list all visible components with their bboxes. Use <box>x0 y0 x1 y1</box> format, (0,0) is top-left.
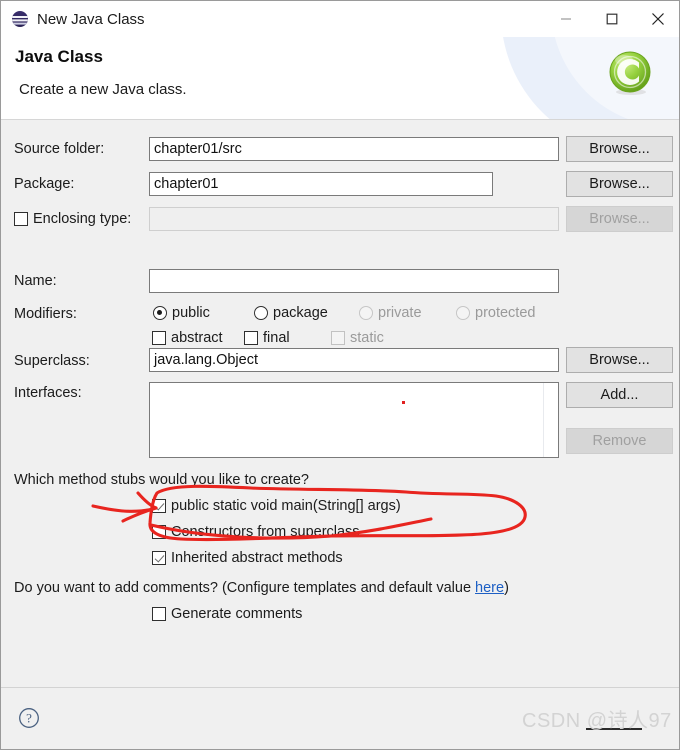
checkbox-constructors-superclass[interactable]: Constructors from superclass <box>152 524 360 540</box>
modifier-radio-public[interactable]: public <box>153 305 210 321</box>
radio-private-label: private <box>378 305 422 321</box>
svg-text:?: ? <box>26 711 32 726</box>
modifier-radio-package[interactable]: package <box>254 305 328 321</box>
modifier-radio-protected: protected <box>456 305 535 321</box>
interfaces-add-button[interactable]: Add... <box>566 382 673 408</box>
source-folder-label: Source folder: <box>14 141 105 157</box>
annotation-dot <box>402 401 405 404</box>
package-browse-button[interactable]: Browse... <box>566 171 673 197</box>
modifier-checkbox-static: static <box>331 330 384 346</box>
checkbox-main-method-icon <box>152 499 166 513</box>
enclosing-type-label: Enclosing type: <box>33 211 132 227</box>
configure-templates-link[interactable]: here <box>475 580 504 596</box>
checkbox-abstract-icon <box>152 331 166 345</box>
maximize-icon[interactable] <box>589 1 635 37</box>
modifier-checkbox-abstract[interactable]: abstract <box>152 330 223 346</box>
enclosing-type-input <box>149 207 559 231</box>
window-title: New Java Class <box>37 10 145 28</box>
checkbox-main-method-label: public static void main(String[] args) <box>171 498 401 514</box>
radio-private-icon <box>359 306 373 320</box>
page-title: Java Class <box>15 47 103 66</box>
checkbox-generate-comments-icon <box>152 607 166 621</box>
name-input[interactable] <box>149 269 559 293</box>
page-subtitle: Create a new Java class. <box>19 81 187 98</box>
superclass-label: Superclass: <box>14 353 90 369</box>
enclosing-type-browse-button: Browse... <box>566 206 673 232</box>
window-controls <box>543 1 679 37</box>
comments-question-tail: ) <box>504 580 509 596</box>
checkbox-abstract-label: abstract <box>171 330 223 346</box>
dialog-header: Java Class Create a new Java class. <box>1 37 679 120</box>
comments-question-text: Do you want to add comments? (Configure … <box>14 580 476 596</box>
radio-package-label: package <box>273 305 328 321</box>
new-java-class-dialog: New Java Class Java Class Create a new J… <box>0 0 680 750</box>
interfaces-list[interactable] <box>149 382 559 458</box>
java-class-icon <box>609 51 651 95</box>
checkbox-final-label: final <box>263 330 290 346</box>
radio-protected-icon <box>456 306 470 320</box>
checkbox-final-icon <box>244 331 258 345</box>
superclass-input[interactable]: java.lang.Object <box>149 348 559 372</box>
checkbox-static-label: static <box>350 330 384 346</box>
checkbox-constructors-icon <box>152 525 166 539</box>
method-stubs-question: Which method stubs would you like to cre… <box>14 472 309 488</box>
source-folder-input[interactable]: chapter01/src <box>149 137 559 161</box>
package-label: Package: <box>14 176 75 192</box>
comments-question: Do you want to add comments? (Configure … <box>14 580 509 596</box>
enclosing-type-checkbox[interactable] <box>14 212 28 226</box>
radio-protected-label: protected <box>475 305 536 321</box>
superclass-browse-button[interactable]: Browse... <box>566 347 673 373</box>
checkbox-inherited-abstract-label: Inherited abstract methods <box>171 550 343 566</box>
checkbox-constructors-label: Constructors from superclass <box>171 524 360 540</box>
radio-public-label: public <box>172 305 210 321</box>
modifier-radio-private: private <box>359 305 422 321</box>
eclipse-icon <box>12 11 28 27</box>
source-folder-browse-button[interactable]: Browse... <box>566 136 673 162</box>
checkbox-main-method[interactable]: public static void main(String[] args) <box>152 498 401 514</box>
radio-public-icon <box>153 306 167 320</box>
enclosing-type-row[interactable]: Enclosing type: <box>14 211 131 227</box>
radio-package-icon <box>254 306 268 320</box>
modifier-checkbox-final[interactable]: final <box>244 330 290 346</box>
close-icon[interactable] <box>635 1 679 37</box>
name-label: Name: <box>14 273 57 289</box>
help-icon[interactable]: ? <box>18 707 40 729</box>
checkbox-generate-comments[interactable]: Generate comments <box>152 606 302 622</box>
checkbox-generate-comments-label: Generate comments <box>171 606 303 622</box>
interfaces-label: Interfaces: <box>14 385 82 401</box>
checkbox-static-icon <box>331 331 345 345</box>
interfaces-list-scrollbar[interactable] <box>543 383 558 457</box>
minimize-icon[interactable] <box>543 1 589 37</box>
modifiers-label: Modifiers: <box>14 306 77 322</box>
watermark: CSDN @诗人97 <box>522 710 672 732</box>
checkbox-inherited-abstract[interactable]: Inherited abstract methods <box>152 550 343 566</box>
title-bar: New Java Class <box>1 1 679 37</box>
checkbox-inherited-abstract-icon <box>152 551 166 565</box>
form-area: Source folder: chapter01/src Browse... P… <box>1 120 679 687</box>
interfaces-remove-button: Remove <box>566 428 673 454</box>
package-input[interactable]: chapter01 <box>149 172 493 196</box>
